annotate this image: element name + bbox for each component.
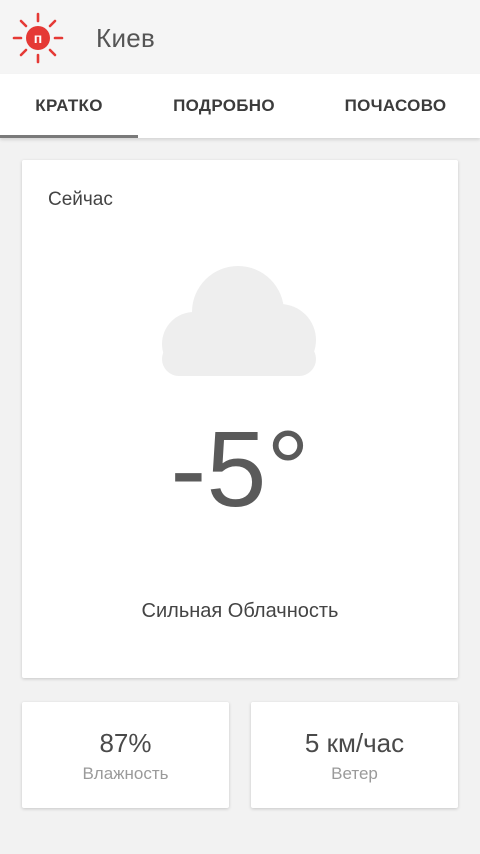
tab-brief[interactable]: КРАТКО [0, 74, 138, 138]
tab-bar: КРАТКО ПОДРОБНО ПОЧАСОВО [0, 74, 480, 138]
logo-letter: п [34, 30, 42, 46]
current-temperature: -5° [170, 408, 310, 529]
now-label: Сейчас [48, 189, 113, 210]
humidity-value: 87% [99, 728, 152, 758]
humidity-card: 87% Влажность [22, 702, 229, 808]
wind-card: 5 км/час Ветер [251, 702, 458, 808]
humidity-label: Влажность [82, 764, 169, 783]
active-tab-indicator [0, 135, 138, 138]
wind-value: 5 км/час [304, 728, 405, 758]
wind-label: Ветер [331, 764, 378, 783]
city-name: Киев [96, 23, 156, 53]
app-bar: п Киев [0, 0, 480, 74]
tab-detailed[interactable]: ПОДРОБНО [155, 74, 293, 138]
sun-logo-icon[interactable]: п [12, 12, 64, 64]
cloud-icon [158, 262, 324, 380]
current-weather-card: Сейчас -5° Сильная Облачность [22, 160, 458, 678]
tab-hourly[interactable]: ПОЧАСОВО [318, 74, 473, 138]
weather-condition: Сильная Облачность [141, 600, 339, 622]
